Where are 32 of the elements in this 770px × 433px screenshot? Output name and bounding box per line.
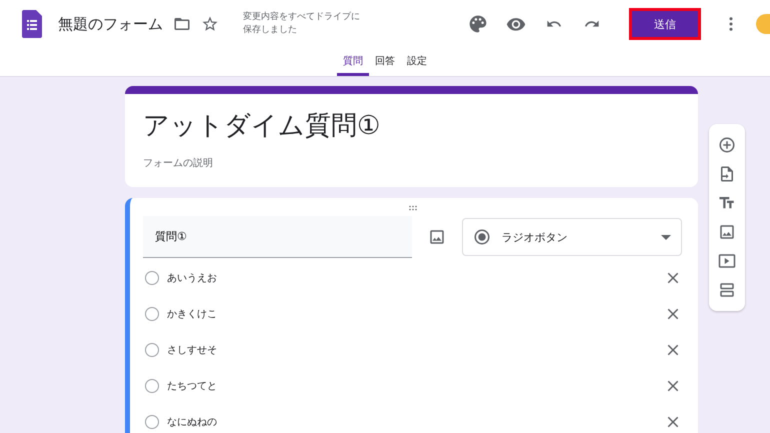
image-icon[interactable]: [428, 228, 446, 246]
image-icon[interactable]: [718, 223, 736, 242]
tab[interactable]: 回答: [369, 48, 401, 76]
save-status: 保存しました: [243, 24, 298, 37]
folder-icon[interactable]: [173, 15, 191, 33]
import-file-icon[interactable]: [718, 164, 736, 183]
option-label[interactable]: たちつてと: [167, 379, 656, 393]
tab[interactable]: 設定: [401, 48, 433, 76]
save-status: 変更内容をすべてドライブに: [243, 11, 360, 24]
form-description[interactable]: フォームの説明: [143, 156, 680, 170]
question-field[interactable]: 質問①: [143, 216, 412, 258]
option-label[interactable]: かきくけこ: [167, 307, 656, 321]
radio-circle: [145, 343, 159, 357]
radio-circle: [145, 415, 159, 429]
radio-circle: [145, 307, 159, 321]
radio-icon: [473, 228, 492, 246]
palette-icon[interactable]: [468, 14, 488, 34]
section-icon[interactable]: [718, 281, 736, 300]
form-title[interactable]: 無題のフォーム: [58, 14, 163, 34]
send-button[interactable]: 送信: [632, 11, 698, 37]
tab[interactable]: 質問: [337, 48, 369, 76]
option-label[interactable]: さしすせそ: [167, 343, 656, 357]
caret-icon: [661, 234, 672, 240]
question-type-dropdown[interactable]: ラジオボタン: [462, 218, 682, 256]
star-icon[interactable]: [201, 15, 219, 33]
video-icon[interactable]: [718, 252, 736, 270]
form-heading[interactable]: アットダイム質問①: [143, 108, 680, 144]
radio-circle: [145, 379, 159, 393]
option-label[interactable]: なにぬねの: [167, 415, 656, 429]
radio-circle: [145, 271, 159, 285]
option-label[interactable]: あいうえお: [167, 271, 656, 285]
forms-logo-icon[interactable]: [22, 10, 42, 38]
